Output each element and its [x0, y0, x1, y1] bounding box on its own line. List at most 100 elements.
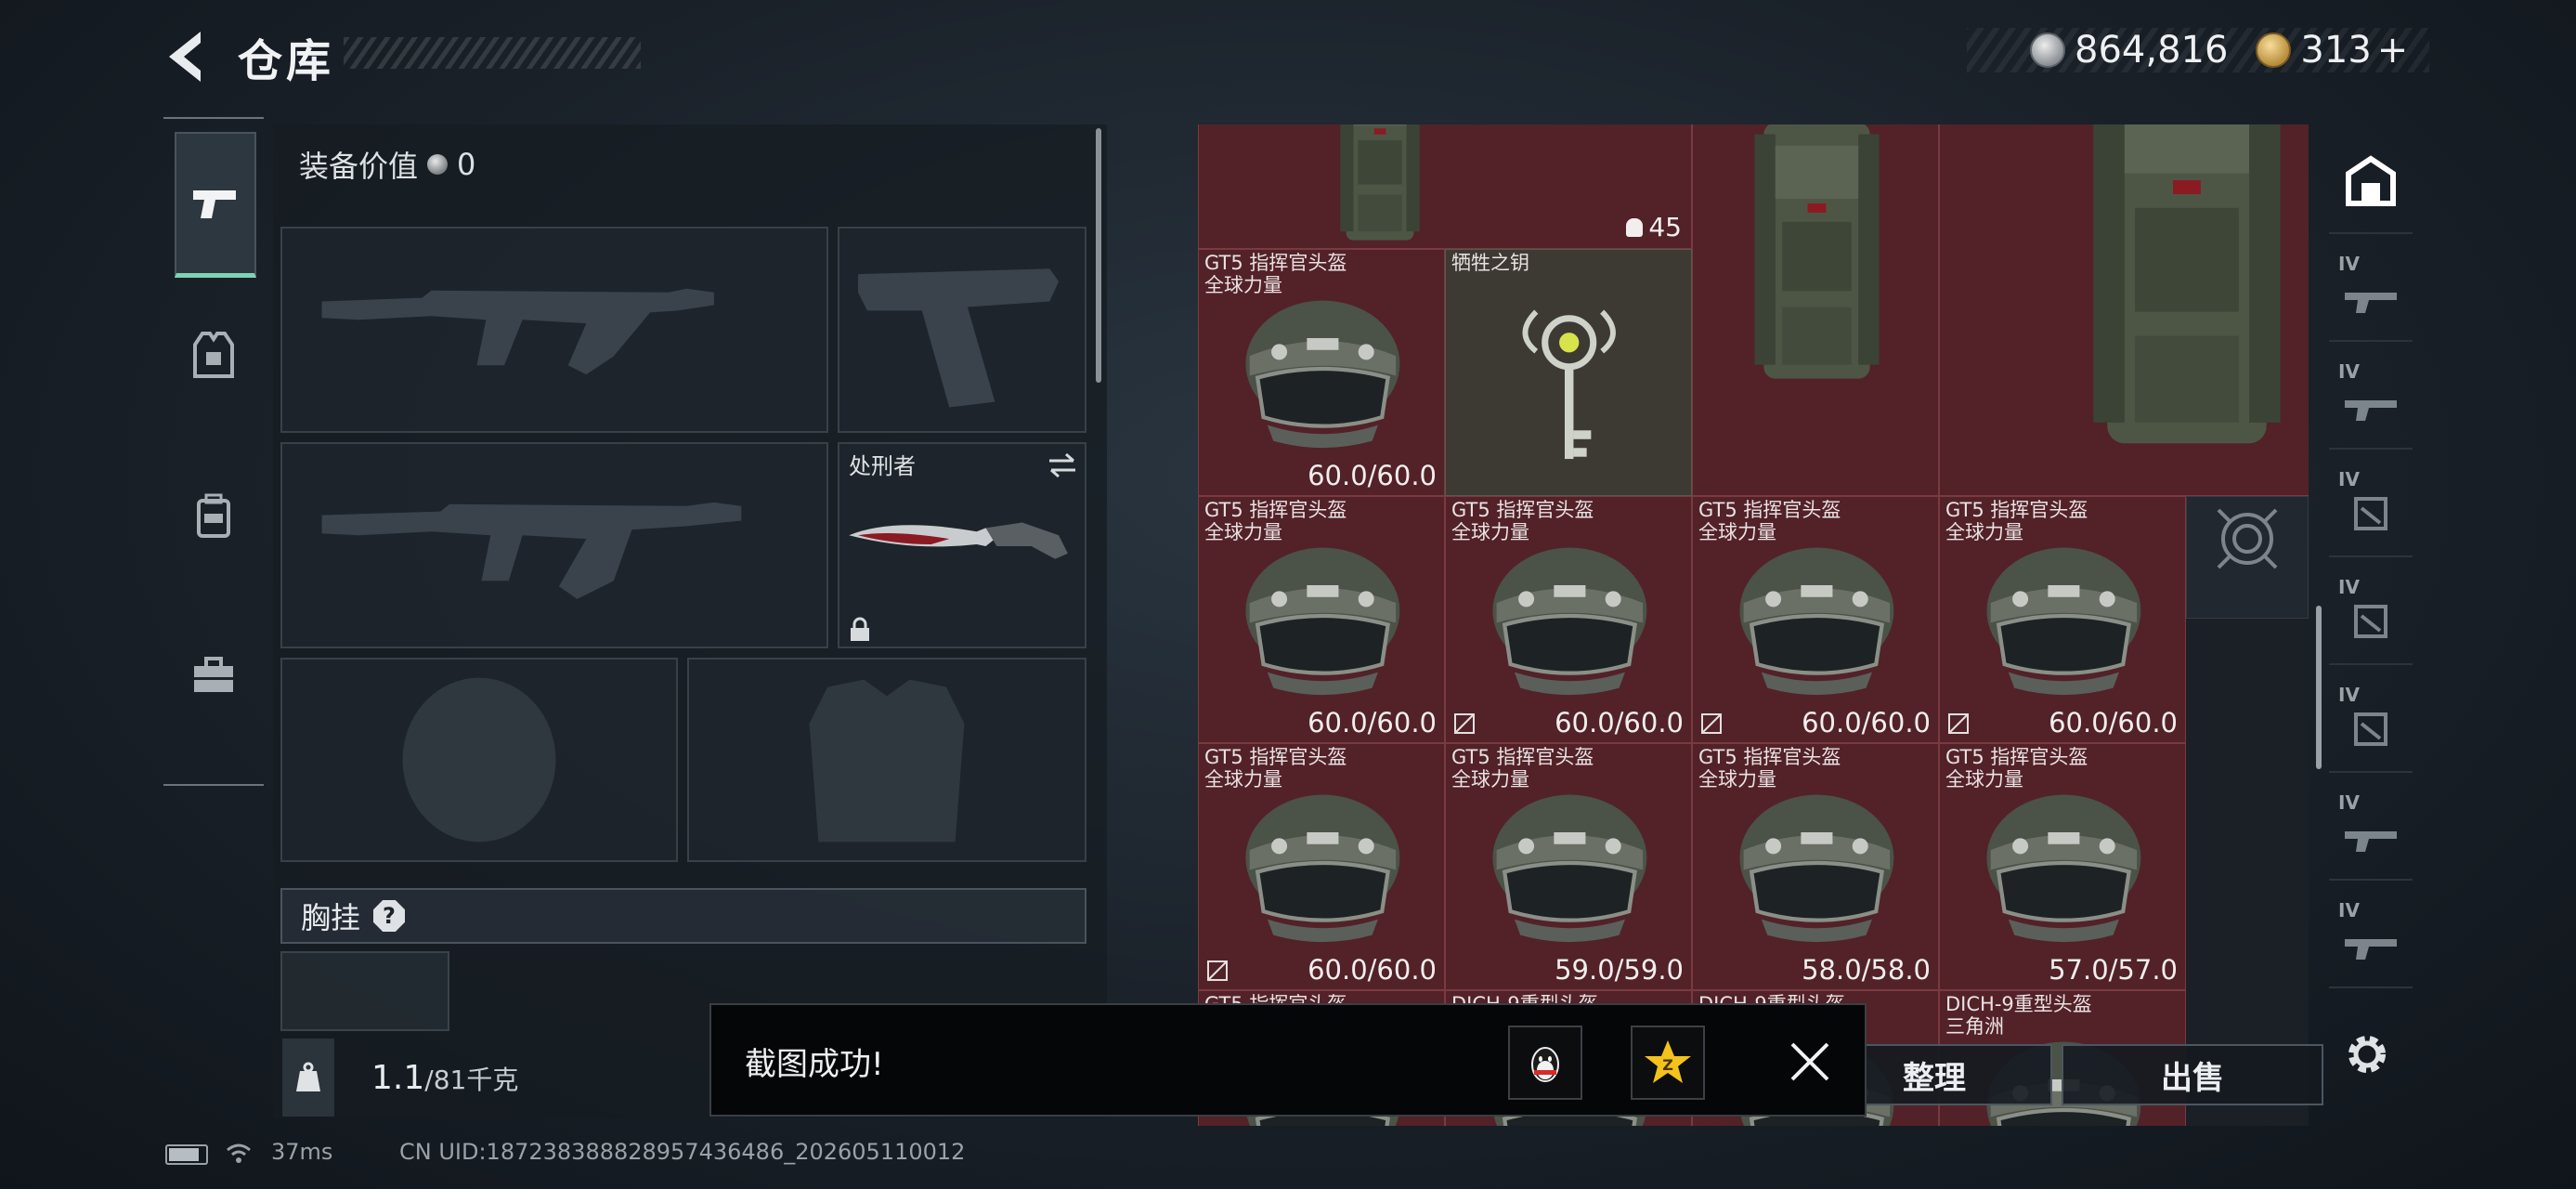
- item-source: 全球力量: [1698, 768, 1776, 790]
- stash-item-helmet[interactable]: GT5 指挥官头盔 全球力量 58.0/58.0: [1692, 743, 1939, 990]
- chest-rig-slot[interactable]: [280, 951, 449, 1031]
- stash-filter-armor-3[interactable]: IV: [2329, 669, 2413, 773]
- wifi-icon: [225, 1139, 253, 1167]
- stash-item-backpack[interactable]: 45: [1198, 124, 1692, 249]
- weight-max: /81千克: [424, 1065, 519, 1095]
- share-qq-button[interactable]: [1508, 1026, 1582, 1100]
- svg-text:Z: Z: [1662, 1056, 1673, 1074]
- tab-case[interactable]: [175, 606, 253, 745]
- help-icon[interactable]: ?: [373, 900, 406, 932]
- item-name: GT5 指挥官头盔: [1945, 746, 2088, 768]
- screenshot-toast: 截图成功! Z: [709, 1003, 1867, 1117]
- qq-penguin-icon: [1531, 1047, 1559, 1082]
- insured-marker-icon: [1701, 713, 1722, 734]
- helmet-icon: [1245, 794, 1399, 943]
- stash-filter-all[interactable]: [2329, 130, 2413, 234]
- armor-silhouette-icon: [809, 679, 965, 843]
- gold-coin-icon: [2256, 33, 2292, 68]
- item-durability: 60.0/60.0: [1802, 707, 1931, 738]
- stash-item-helmet[interactable]: GT5 指挥官头盔 全球力量 60.0/60.0: [1198, 249, 1445, 496]
- item-durability: 58.0/58.0: [1802, 954, 1931, 986]
- tab-armor[interactable]: [175, 286, 253, 425]
- key-icon: [1522, 309, 1617, 459]
- item-source: 全球力量: [1945, 521, 2023, 543]
- tier-label: IV: [2338, 360, 2360, 383]
- armor-category-icon: [2354, 497, 2387, 530]
- equipment-value: 装备价值 0: [299, 143, 475, 186]
- stash-scrollbar[interactable]: [2316, 606, 2322, 769]
- item-name: GT5 指挥官头盔: [1698, 499, 1841, 521]
- item-name: 牺牲之钥: [1451, 252, 1529, 274]
- gold-topup-button[interactable]: +: [2377, 29, 2409, 72]
- primary-weapon-slot[interactable]: [280, 227, 828, 433]
- stash-filter-armor[interactable]: IV: [2329, 453, 2413, 557]
- equipment-scrollbar[interactable]: [1096, 128, 1101, 383]
- backpack-icon: [1340, 124, 1420, 241]
- sidearm-slot[interactable]: [838, 227, 1086, 433]
- close-toast-button[interactable]: [1785, 1037, 1835, 1087]
- helmet-silhouette-icon: [402, 677, 556, 843]
- item-durability: 59.0/59.0: [1555, 954, 1684, 986]
- melee-slot[interactable]: 处刑者: [838, 442, 1086, 648]
- combat-knife-icon: [849, 522, 1068, 559]
- stash-item-backpack[interactable]: GTO重型战术包全球力量: [1692, 124, 1939, 496]
- chest-rig-header: 胸挂 ?: [280, 888, 1086, 944]
- stash-item-helmet[interactable]: GT5 指挥官头盔 全球力量 59.0/59.0: [1445, 743, 1692, 990]
- weapon-category-icon: [2345, 400, 2397, 421]
- chest-rig-label: 胸挂: [301, 900, 361, 935]
- qzone-star-icon: Z: [1645, 1040, 1691, 1083]
- stash-empty-slot[interactable]: [2186, 496, 2309, 619]
- helmet-icon: [1739, 547, 1893, 696]
- settings-button[interactable]: [2340, 1027, 2394, 1081]
- stash-item-helmet[interactable]: GT5 指挥官头盔 全球力量 60.0/60.0: [1692, 496, 1939, 743]
- warehouse-icon: [2346, 155, 2396, 206]
- stash-item-helmet[interactable]: GT5 指挥官头盔 全球力量 57.0/57.0: [1939, 743, 2186, 990]
- stash-item-helmet[interactable]: GT5 指挥官头盔 全球力量 60.0/60.0: [1198, 743, 1445, 990]
- armor-vest-icon: [193, 332, 234, 378]
- stash-filter-rifle[interactable]: IV: [2329, 238, 2413, 342]
- share-qzone-button[interactable]: Z: [1631, 1026, 1705, 1100]
- capacity-icon: [1626, 217, 1644, 237]
- tier-label: IV: [2338, 468, 2360, 490]
- silver-amount: 864,816: [2075, 29, 2229, 72]
- back-arrow-icon: [169, 32, 201, 82]
- tier-label: IV: [2338, 791, 2360, 814]
- page-title: 仓库: [238, 35, 335, 87]
- item-name: GT5 指挥官头盔: [1204, 252, 1347, 274]
- item-source: 全球力量: [1204, 521, 1282, 543]
- briefcase-icon: [194, 657, 233, 692]
- sell-button[interactable]: 出售: [2062, 1044, 2323, 1105]
- player-uid: CN UID:18723838882895743648­6_2026051100…: [399, 1139, 966, 1165]
- helmet-icon: [1245, 300, 1399, 449]
- stash-filter-rifle-2[interactable]: IV: [2329, 777, 2413, 881]
- stash-filter-shotgun[interactable]: IV: [2329, 884, 2413, 988]
- helmet-icon: [1245, 547, 1399, 696]
- helmet-icon: [1739, 794, 1893, 943]
- title-decoration: [344, 37, 641, 69]
- item-source: 三角洲: [1945, 1015, 2004, 1038]
- gear-icon: [2348, 1036, 2386, 1073]
- close-icon: [1790, 1042, 1829, 1081]
- stash-filter-smg[interactable]: IV: [2329, 346, 2413, 450]
- armor-category-icon: [2354, 712, 2387, 746]
- toast-message: 截图成功!: [745, 1046, 884, 1083]
- stash-filter-rail: IV IV IV IV IV IV IV: [2329, 130, 2413, 1003]
- stash-item-backpack[interactable]: GTO重型战术包全球力量45: [1939, 124, 2309, 496]
- pistol-silhouette-icon: [858, 268, 1060, 408]
- stash-filter-armor-2[interactable]: IV: [2329, 561, 2413, 665]
- body-armor-slot[interactable]: [687, 658, 1086, 862]
- helmet-slot[interactable]: [280, 658, 678, 862]
- currency-bar: 864,816 313 +: [1967, 28, 2429, 72]
- back-button[interactable]: [158, 28, 215, 85]
- secondary-weapon-slot[interactable]: [280, 442, 828, 648]
- insured-marker-icon: [1207, 960, 1228, 981]
- stash-item-helmet[interactable]: GT5 指挥官头盔 全球力量 60.0/60.0: [1939, 496, 2186, 743]
- stash-item-helmet[interactable]: GT5 指挥官头盔 全球力量 60.0/60.0: [1198, 496, 1445, 743]
- weapon-category-icon: [2345, 939, 2397, 960]
- item-source: 全球力量: [1698, 521, 1776, 543]
- tab-backpack[interactable]: [175, 446, 253, 585]
- insured-marker-icon: [1948, 713, 1969, 734]
- stash-item-key[interactable]: 牺牲之钥: [1445, 249, 1692, 496]
- tab-weapons[interactable]: [175, 132, 256, 278]
- stash-item-helmet[interactable]: GT5 指挥官头盔 全球力量 60.0/60.0: [1445, 496, 1692, 743]
